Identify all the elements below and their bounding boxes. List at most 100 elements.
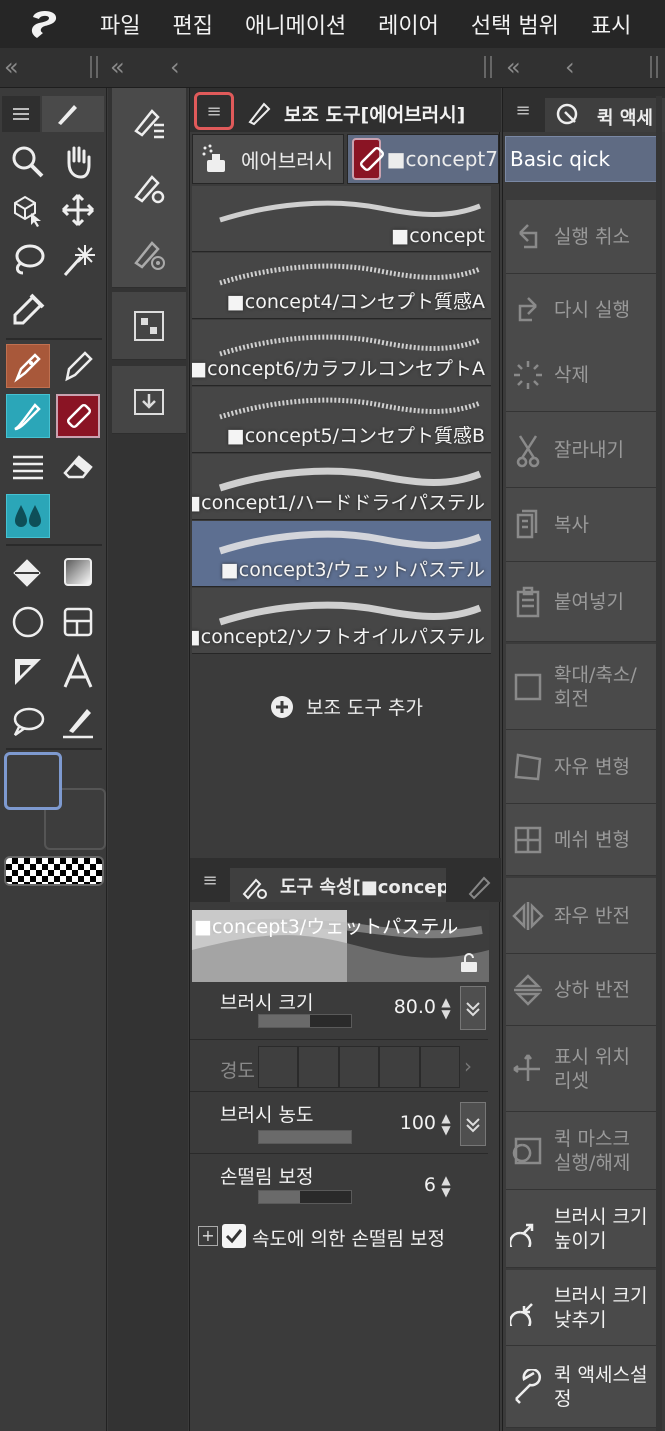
zoom-icon[interactable] (6, 140, 50, 184)
brush-item[interactable]: ■concept2/ソフトオイルパステル (192, 588, 491, 654)
lasso-icon[interactable] (6, 238, 50, 282)
collapse-left-icon[interactable]: « (4, 52, 19, 82)
quick-action-flip-horizontal[interactable]: 좌우 반전 (506, 878, 657, 954)
collapse-left-icon[interactable]: « (110, 52, 125, 82)
tool-property-panel: ≡ 도구 속성[■concep ■concept3/ウェットパステル 브러시 크… (189, 858, 501, 1431)
chevron-right-icon[interactable]: › (464, 1054, 472, 1078)
hardness-selector[interactable] (258, 1046, 461, 1088)
quick-action-scissors[interactable]: 잘라내기 (506, 412, 657, 488)
group-tab-concept7[interactable]: ■concept7 (347, 134, 499, 184)
menu-selection[interactable]: 선택 범위 (455, 8, 575, 40)
transparent-color-swatch[interactable] (4, 856, 104, 886)
balloon-icon[interactable] (6, 700, 50, 744)
brush-item[interactable]: ■concept6/カラフルコンセプトA (192, 320, 491, 386)
tool-tab[interactable] (42, 96, 104, 132)
quick-action-label: 실행 취소 (554, 226, 630, 248)
eyedropper-icon[interactable] (6, 288, 50, 332)
quick-action-paste[interactable]: 붙여넣기 (506, 562, 657, 642)
quick-action-delete[interactable]: 삭제 (506, 338, 657, 412)
text-icon[interactable] (56, 650, 100, 694)
menu-file[interactable]: 파일 (90, 8, 156, 40)
quick-action-wrench[interactable]: 퀵 액세스설 정 (506, 1346, 657, 1428)
material-tab[interactable] (112, 292, 186, 360)
density-spinner-icon[interactable]: ▲ ▼ (438, 1112, 454, 1140)
import-tab[interactable] (112, 366, 186, 434)
panel-scrollbar[interactable] (656, 96, 662, 1431)
brush-icon[interactable] (6, 394, 50, 438)
redo-icon (510, 292, 546, 328)
dock-grip-icon[interactable] (484, 56, 492, 78)
quick-access-set-dropdown[interactable]: Basic qick (505, 136, 660, 182)
subtool-group-tab-1[interactable] (112, 88, 186, 156)
pencil-icon[interactable] (56, 344, 100, 388)
density-pressure-icon[interactable] (460, 1102, 486, 1146)
clip-studio-logo-icon[interactable] (0, 0, 90, 48)
menu-animation[interactable]: 애니메이션 (229, 8, 362, 40)
collapse-right-icon[interactable]: ‹ (170, 52, 180, 82)
collapse-left-icon[interactable]: « (506, 52, 521, 82)
quick-action-undo[interactable]: 실행 취소 (506, 200, 657, 274)
menu-layer[interactable]: 레이어 (362, 8, 455, 40)
hand-icon[interactable] (56, 140, 100, 184)
brush-size-value[interactable]: 80.0 (376, 996, 436, 1018)
brush-item[interactable]: ■concept3/ウェットパステル (192, 521, 491, 587)
collapse-right-icon[interactable]: ‹ (565, 52, 575, 82)
quick-action-free-transform[interactable]: 자유 변형 (506, 730, 657, 804)
brush-shape-icon[interactable] (464, 870, 494, 900)
pen-icon[interactable] (6, 344, 50, 388)
move-layer-icon[interactable] (56, 188, 100, 232)
quick-action-flip-vertical[interactable]: 상하 반전 (506, 954, 657, 1026)
add-subtool-button[interactable]: 보조 도구 추가 (270, 693, 423, 720)
ruler-icon[interactable] (6, 650, 50, 694)
quick-action-scale-rotate[interactable]: 확대/축소/ 회전 (506, 644, 657, 730)
correct-line-icon[interactable] (56, 700, 100, 744)
airbrush-icon[interactable] (56, 394, 100, 438)
subtool-group-tab-2[interactable] (112, 154, 186, 222)
quick-action-quick-mask[interactable]: 퀵 마스크 실행/해제 (506, 1112, 657, 1190)
brush-item[interactable]: ■concept (192, 186, 491, 252)
tool-property-tab[interactable]: 도구 속성[■concep (230, 868, 446, 902)
panel-menu-icon[interactable]: ≡ (194, 92, 234, 130)
brush-size-spinner-icon[interactable]: ▲ ▼ (438, 996, 454, 1024)
brush-size-slider[interactable] (258, 1014, 352, 1028)
quick-action-brush-size-up[interactable]: 브러시 크기 높이기 (506, 1190, 657, 1268)
expand-plus-icon[interactable]: + (198, 1226, 218, 1246)
copy-icon (510, 507, 546, 543)
object-select-icon[interactable] (6, 188, 50, 232)
magic-wand-icon[interactable] (56, 238, 100, 282)
unlock-icon[interactable] (458, 952, 480, 974)
quick-action-redo[interactable]: 다시 실행 (506, 274, 657, 346)
density-slider[interactable] (258, 1130, 352, 1144)
subtool-group-tab-3[interactable] (112, 220, 186, 288)
gradient-icon[interactable] (56, 550, 100, 594)
hatch-icon[interactable] (6, 444, 50, 488)
fill-icon[interactable] (6, 550, 50, 594)
stabilization-value[interactable]: 6 (376, 1174, 436, 1196)
group-tab-airbrush[interactable]: 에어브러시 (192, 134, 344, 184)
stabilization-spinner-icon[interactable]: ▲ ▼ (438, 1174, 454, 1202)
blend-icon[interactable] (6, 494, 50, 538)
panel-menu-icon[interactable]: ≡ (509, 94, 537, 126)
ellipse-icon[interactable] (6, 600, 50, 644)
eraser-icon[interactable] (56, 444, 100, 488)
dock-grip-icon[interactable] (90, 56, 98, 78)
frame-icon[interactable] (56, 600, 100, 644)
brush-item[interactable]: ■concept5/コンセプト質感B (192, 387, 491, 453)
panel-menu-icon[interactable]: ≡ (196, 864, 224, 896)
brush-item[interactable]: ■concept4/コンセプト質感A (192, 253, 491, 319)
quick-access-tab[interactable]: 퀵 액세 (545, 98, 665, 132)
main-color-swatch[interactable] (4, 752, 62, 810)
quick-action-reset-view[interactable]: 표시 위치 리셋 (506, 1026, 657, 1112)
dock-grip-icon[interactable] (650, 56, 658, 78)
brush-item[interactable]: ■concept1/ハードドライパステル (192, 454, 491, 520)
density-value[interactable]: 100 (376, 1112, 436, 1134)
speed-stabilization-checkbox[interactable] (222, 1224, 246, 1248)
palette-menu-icon[interactable] (2, 96, 40, 132)
brush-size-pressure-icon[interactable] (460, 986, 486, 1030)
menu-edit[interactable]: 편집 (156, 8, 228, 40)
quick-action-copy[interactable]: 복사 (506, 488, 657, 562)
menu-view[interactable]: 표시 (575, 8, 647, 40)
stabilization-slider[interactable] (258, 1190, 352, 1204)
quick-action-mesh-transform[interactable]: 메쉬 변형 (506, 804, 657, 876)
quick-action-brush-size-down[interactable]: 브러시 크기 낮추기 (506, 1270, 657, 1346)
